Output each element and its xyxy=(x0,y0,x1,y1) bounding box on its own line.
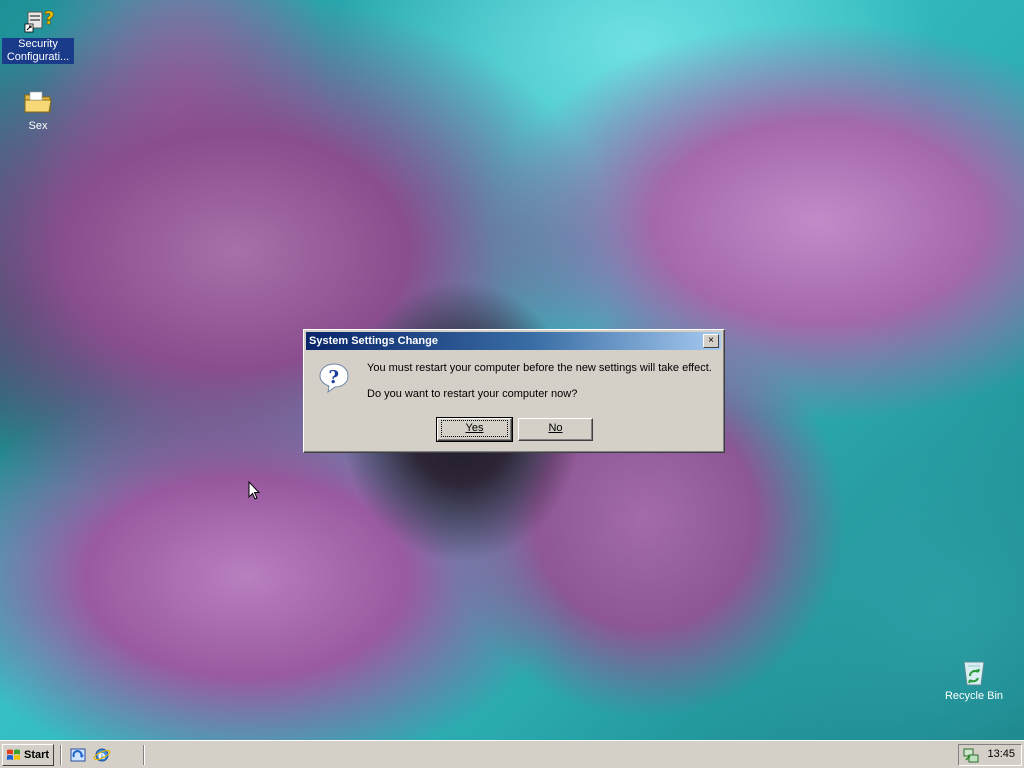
desktop-icon-sex-folder[interactable]: Sex xyxy=(2,86,74,133)
close-icon: × xyxy=(708,335,714,346)
yes-button-label: Yes xyxy=(440,420,509,437)
svg-text:?: ? xyxy=(329,367,340,388)
desktop[interactable]: ? Security Configurati... Sex Recycle Bi… xyxy=(0,0,1024,740)
desktop-icon-security-configuration[interactable]: ? Security Configurati... xyxy=(2,4,74,64)
clock[interactable]: 13:45 xyxy=(987,748,1015,760)
svg-text:?: ? xyxy=(44,8,54,29)
taskbar-separator xyxy=(143,745,145,765)
system-tray: 13:45 xyxy=(958,744,1022,766)
system-settings-change-dialog: System Settings Change × ? You must rest… xyxy=(303,329,725,453)
dialog-message: You must restart your computer before th… xyxy=(367,362,712,374)
desktop-icon-recycle-bin[interactable]: Recycle Bin xyxy=(938,656,1010,703)
start-label: Start xyxy=(24,749,50,761)
taskbar-separator xyxy=(60,745,62,765)
dialog-question: Do you want to restart your computer now… xyxy=(367,388,578,400)
close-button[interactable]: × xyxy=(703,334,719,348)
question-icon: ? xyxy=(318,362,350,394)
start-button[interactable]: Start xyxy=(2,744,54,766)
no-button-label: No xyxy=(548,422,563,434)
yes-button[interactable]: Yes xyxy=(436,417,513,442)
mouse-cursor-icon xyxy=(248,481,260,500)
internet-explorer-icon[interactable]: e xyxy=(93,746,111,764)
dialog-title: System Settings Change xyxy=(309,335,438,347)
taskbar: Start e 13:45 xyxy=(0,740,1024,768)
windows-logo-icon xyxy=(7,749,20,760)
dialog-title-bar[interactable]: System Settings Change × xyxy=(306,332,721,350)
recycle-bin-icon xyxy=(958,656,990,688)
folder-icon xyxy=(22,86,54,118)
security-shortcut-icon: ? xyxy=(22,4,55,36)
no-button[interactable]: No xyxy=(518,418,593,441)
desktop-icon-label: Recycle Bin xyxy=(944,690,1004,702)
show-desktop-icon[interactable] xyxy=(69,746,87,764)
desktop-icon-label: Sex xyxy=(28,120,48,132)
desktop-icon-label: Security Configurati... xyxy=(2,38,74,64)
network-icon[interactable] xyxy=(963,748,979,764)
